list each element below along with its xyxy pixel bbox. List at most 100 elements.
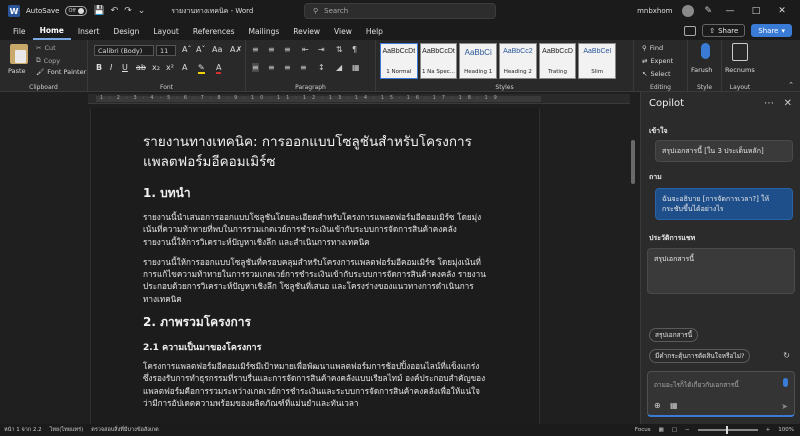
- tab-design[interactable]: Design: [106, 22, 146, 40]
- style-normal[interactable]: AaBbCcDt 1 Normal: [380, 43, 418, 79]
- underline-icon[interactable]: U: [122, 63, 128, 72]
- numbering-icon[interactable]: ≡: [268, 45, 275, 54]
- ruler[interactable]: 1·2·3·4·5·6·7·8·9·10·11·12·13·14·15·16·1…: [88, 94, 630, 104]
- sort-icon[interactable]: ⇅: [336, 45, 343, 54]
- minimize-icon[interactable]: —: [722, 6, 738, 16]
- shrink-font-icon[interactable]: Aˇ: [196, 45, 205, 54]
- collapse-ribbon-icon[interactable]: ⌃: [788, 81, 794, 89]
- chat-history-card[interactable]: สรุปเอกสารนี้: [647, 248, 795, 294]
- understand-prompt-card[interactable]: สรุปเอกสารนี้ [ใน 3 ประเด็นหลัก]: [655, 140, 793, 162]
- page-indicator[interactable]: หน้า 1 จาก 2.2: [4, 426, 42, 434]
- pen-icon[interactable]: ✎: [704, 6, 712, 16]
- user-name[interactable]: mnbxhom: [637, 7, 672, 15]
- style-no-spacing[interactable]: AaBbCcDt 1 Na Spec...: [419, 43, 458, 79]
- align-center-icon[interactable]: ≡: [268, 63, 275, 72]
- redo-icon[interactable]: ↷: [124, 6, 132, 16]
- zoom-out-icon[interactable]: −: [685, 427, 690, 433]
- save-icon[interactable]: 💾: [93, 6, 104, 16]
- borders-icon[interactable]: ▦: [352, 63, 360, 72]
- zoom-in-icon[interactable]: +: [766, 427, 771, 433]
- tab-file[interactable]: File: [6, 22, 33, 40]
- document-scrollbar[interactable]: [631, 140, 635, 184]
- comments-icon[interactable]: [684, 25, 697, 36]
- tab-references[interactable]: References: [186, 22, 242, 40]
- multilevel-list-icon[interactable]: ≡: [284, 45, 291, 54]
- font-family-select[interactable]: Calibri (Body): [94, 45, 154, 56]
- tab-home[interactable]: Home: [32, 22, 71, 40]
- refresh-icon[interactable]: ↻: [783, 351, 790, 360]
- send-icon[interactable]: ➤: [781, 402, 788, 411]
- grow-font-icon[interactable]: Aˆ: [182, 45, 191, 54]
- clear-format-icon[interactable]: A✗: [230, 45, 242, 54]
- highlight-icon[interactable]: ✎: [198, 63, 205, 74]
- reuse-files-icon[interactable]: [732, 43, 748, 61]
- document-canvas[interactable]: รายงานทางเทคนิค: การออกแบบโซลูชันสำหรับโ…: [0, 104, 640, 424]
- justify-icon[interactable]: ≡: [300, 63, 307, 72]
- document-page[interactable]: รายงานทางเทคนิค: การออกแบบโซลูชันสำหรับโ…: [90, 108, 540, 424]
- subscript-icon[interactable]: x₂: [152, 63, 160, 72]
- more-options-icon[interactable]: ⋯: [764, 98, 774, 109]
- show-marks-icon[interactable]: ¶: [352, 45, 357, 54]
- autosave-toggle[interactable]: Off: [65, 6, 88, 16]
- style-title[interactable]: AaBbCcD Trating: [538, 43, 577, 79]
- strikethrough-icon[interactable]: ab: [136, 63, 146, 72]
- ask-prompt-card[interactable]: ฉันจะอธิบาย [การจัดการเวลา?] ให้กระชับขึ…: [655, 188, 793, 220]
- bullets-icon[interactable]: ≡: [252, 45, 259, 54]
- share-primary-button[interactable]: Share ▾: [751, 24, 792, 37]
- paste-button[interactable]: Paste: [8, 67, 26, 75]
- zoom-slider[interactable]: [697, 426, 758, 434]
- bold-icon[interactable]: B: [96, 63, 102, 72]
- suggestion-chip-cta[interactable]: มีคำกระตุ้นการตัดสินใจหรือไม่?: [649, 349, 751, 363]
- tab-help[interactable]: Help: [359, 22, 390, 40]
- attach-icon[interactable]: ⊕: [654, 401, 661, 410]
- suggestion-chip-summarize[interactable]: สรุปเอกสารนี้: [649, 328, 699, 342]
- style-heading-1[interactable]: AaBbCi Heading 1: [459, 43, 498, 79]
- search-box[interactable]: ⚲ Search: [304, 3, 496, 19]
- focus-button[interactable]: Focus: [635, 427, 651, 433]
- share-button[interactable]: ⇧ Share: [702, 24, 746, 37]
- undo-icon[interactable]: ↶: [111, 6, 119, 16]
- align-left-icon[interactable]: ≡: [252, 63, 259, 72]
- copilot-prompt-input[interactable]: ถามอะไรก็ได้เกี่ยวกับเอกสารนี้ ⊕ ▦ ➤: [647, 371, 795, 417]
- find-button[interactable]: ⚲ Find: [642, 44, 663, 52]
- copy-button[interactable]: ⧉ Copy: [36, 56, 60, 65]
- tab-review[interactable]: Review: [286, 22, 327, 40]
- change-case-icon[interactable]: Aa: [212, 45, 222, 54]
- prompt-guide-icon[interactable]: ▦: [670, 401, 678, 410]
- zoom-level[interactable]: 100%: [778, 427, 794, 433]
- reuse-button[interactable]: Recnums: [725, 66, 755, 74]
- increase-indent-icon[interactable]: ⇥: [318, 45, 325, 54]
- avatar[interactable]: [682, 5, 695, 17]
- accessibility-indicator[interactable]: ตรวจสอบสิ่งที่มีบางข้อสังเกต: [91, 426, 158, 434]
- shading-icon[interactable]: ◢: [336, 63, 342, 72]
- language-indicator[interactable]: ไทย(ไทยแทร่): [50, 426, 84, 434]
- style-heading-2[interactable]: AaBbCc2 Heading 2: [499, 43, 537, 79]
- microphone-icon[interactable]: [701, 43, 710, 59]
- microphone-icon[interactable]: [783, 378, 788, 387]
- font-size-select[interactable]: 11: [156, 45, 176, 56]
- print-layout-icon[interactable]: □: [672, 427, 677, 433]
- tab-layout[interactable]: Layout: [146, 22, 186, 40]
- tab-mailings[interactable]: Mailings: [242, 22, 287, 40]
- font-color-icon[interactable]: A: [216, 63, 222, 74]
- line-spacing-icon[interactable]: ↕: [318, 63, 325, 72]
- maximize-icon[interactable]: □: [748, 6, 764, 16]
- dictate-button[interactable]: Farush: [691, 66, 712, 74]
- cut-button[interactable]: ✂ Cut: [36, 44, 56, 52]
- close-icon[interactable]: ✕: [784, 98, 792, 109]
- superscript-icon[interactable]: x²: [166, 63, 174, 72]
- select-button[interactable]: ↖ Select: [642, 70, 671, 78]
- paste-icon[interactable]: [10, 44, 28, 64]
- customize-toolbar-icon[interactable]: ⌄: [138, 6, 146, 16]
- style-subtitle[interactable]: AaBbCel Slim: [578, 43, 617, 79]
- decrease-indent-icon[interactable]: ⇤: [302, 45, 309, 54]
- replace-button[interactable]: ⇄ Expent: [642, 57, 673, 65]
- text-effects-icon[interactable]: A: [182, 63, 187, 72]
- tab-view[interactable]: View: [327, 22, 359, 40]
- read-mode-icon[interactable]: ▦: [659, 427, 664, 433]
- tab-insert[interactable]: Insert: [71, 22, 107, 40]
- format-painter-button[interactable]: 🖌 Font Painter: [36, 68, 86, 76]
- close-icon[interactable]: ✕: [774, 6, 790, 16]
- italic-icon[interactable]: I: [110, 63, 112, 72]
- align-right-icon[interactable]: ≡: [284, 63, 291, 72]
